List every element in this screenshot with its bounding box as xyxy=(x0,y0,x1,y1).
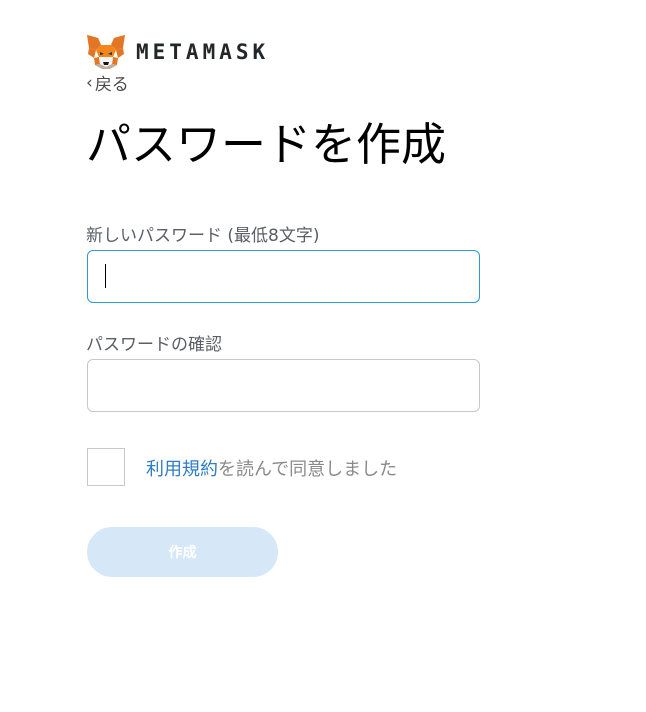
terms-of-use-link[interactable]: 利用規約 xyxy=(146,459,218,480)
confirm-password-label: パスワードの確認 xyxy=(86,335,222,355)
terms-agreement-text: 利用規約を読んで同意しました xyxy=(146,455,397,481)
page-title: パスワードを作成 xyxy=(86,118,447,171)
terms-agreement-label: を読んで同意しました xyxy=(218,459,398,480)
new-password-label: 新しいパスワード (最低8文字) xyxy=(86,226,320,246)
chevron-left-icon: ‹ xyxy=(86,72,93,93)
text-caret xyxy=(105,264,106,288)
brand-wordmark: METAMASK xyxy=(136,40,270,64)
back-link-label: 戻る xyxy=(94,75,129,95)
terms-checkbox[interactable] xyxy=(87,448,125,486)
metamask-fox-icon xyxy=(87,35,125,69)
back-link[interactable]: ‹ 戻る xyxy=(86,70,129,96)
app-header: METAMASK xyxy=(86,32,269,72)
new-password-input[interactable] xyxy=(87,250,480,303)
create-button[interactable]: 作成 xyxy=(87,527,278,577)
confirm-password-input[interactable] xyxy=(87,359,480,412)
